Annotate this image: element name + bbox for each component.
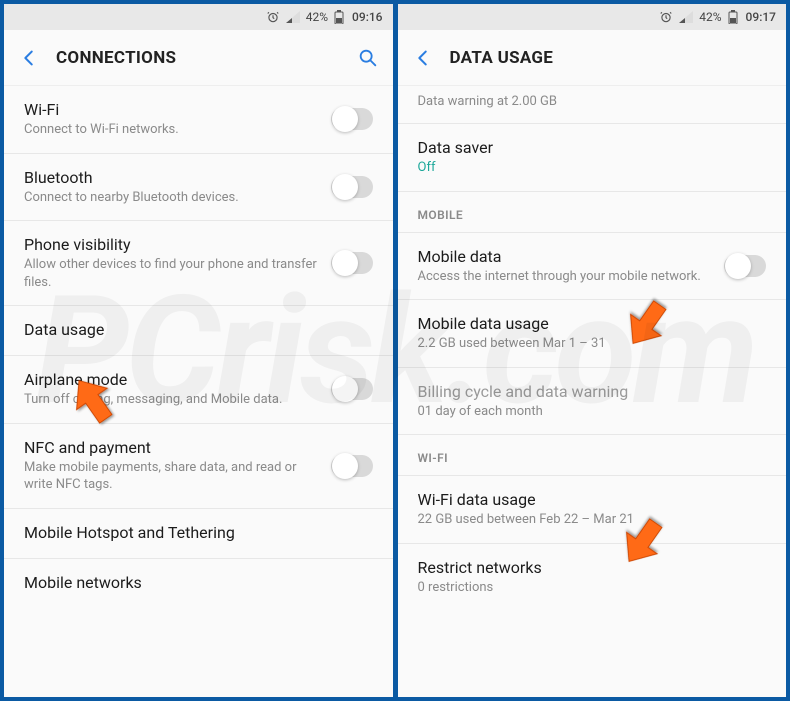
page-title: CONNECTIONS (56, 48, 357, 68)
row-airplane-mode[interactable]: Airplane mode Turn off calling, messagin… (4, 356, 393, 424)
row-subtitle: 2.2 GB used between Mar 1 – 31 (418, 335, 757, 353)
signal-icon (286, 11, 300, 23)
airplane-toggle[interactable] (331, 378, 373, 400)
bluetooth-toggle[interactable] (331, 176, 373, 198)
row-bluetooth[interactable]: Bluetooth Connect to nearby Bluetooth de… (4, 154, 393, 222)
row-subtitle: Connect to nearby Bluetooth devices. (24, 189, 321, 207)
row-title: Data usage (24, 320, 363, 339)
header: CONNECTIONS (4, 30, 393, 86)
section-wifi: WI-FI (398, 435, 787, 476)
row-nfc-payment[interactable]: NFC and payment Make mobile payments, sh… (4, 424, 393, 509)
row-subtitle: Off (418, 159, 757, 177)
signal-icon (679, 11, 693, 23)
row-title: Phone visibility (24, 235, 321, 254)
settings-list: Data warning at 2.00 GB Data saver Off M… (398, 86, 787, 697)
alarm-icon (266, 10, 280, 24)
row-title: Mobile data (418, 247, 715, 266)
status-bar: 42% 09:17 (398, 4, 787, 30)
status-bar: 42% 09:16 (4, 4, 393, 30)
row-hotspot[interactable]: Mobile Hotspot and Tethering (4, 509, 393, 559)
nfc-toggle[interactable] (331, 455, 373, 477)
row-subtitle: Make mobile payments, share data, and re… (24, 459, 321, 494)
clock-time: 09:16 (352, 10, 382, 24)
header: DATA USAGE (398, 30, 787, 86)
row-title: Data saver (418, 138, 757, 157)
battery-percent: 42% (306, 10, 328, 24)
row-subtitle: Turn off calling, messaging, and Mobile … (24, 391, 321, 409)
row-subtitle: 0 restrictions (418, 579, 757, 597)
phone-left: 42% 09:16 CONNECTIONS Wi-Fi Connect to W… (4, 4, 393, 697)
row-title: Wi-Fi data usage (418, 490, 757, 509)
section-mobile: MOBILE (398, 192, 787, 233)
row-title: Airplane mode (24, 370, 321, 389)
row-wifi-data-usage[interactable]: Wi-Fi data usage 22 GB used between Feb … (398, 476, 787, 544)
row-phone-visibility[interactable]: Phone visibility Allow other devices to … (4, 221, 393, 306)
battery-icon (334, 10, 344, 24)
row-title: Bluetooth (24, 168, 321, 187)
row-title: Mobile networks (24, 573, 363, 592)
phone-right: 42% 09:17 DATA USAGE Data warning at 2.0… (398, 4, 787, 697)
row-mobile-data-usage[interactable]: Mobile data usage 2.2 GB used between Ma… (398, 300, 787, 368)
data-warning-text: Data warning at 2.00 GB (398, 86, 787, 124)
row-billing-cycle[interactable]: Billing cycle and data warning 01 day of… (398, 368, 787, 436)
page-title: DATA USAGE (450, 48, 773, 68)
row-title: Mobile data usage (418, 314, 757, 333)
row-mobile-data[interactable]: Mobile data Access the internet through … (398, 233, 787, 301)
battery-icon (728, 10, 738, 24)
row-data-usage[interactable]: Data usage (4, 306, 393, 356)
alarm-icon (659, 10, 673, 24)
row-title: Restrict networks (418, 558, 757, 577)
mobile-data-toggle[interactable] (724, 255, 766, 277)
visibility-toggle[interactable] (331, 252, 373, 274)
row-data-saver[interactable]: Data saver Off (398, 124, 787, 192)
back-icon[interactable] (18, 47, 40, 69)
row-wifi[interactable]: Wi-Fi Connect to Wi-Fi networks. (4, 86, 393, 154)
row-title: Mobile Hotspot and Tethering (24, 523, 363, 542)
clock-time: 09:17 (746, 10, 776, 24)
settings-list: Wi-Fi Connect to Wi-Fi networks. Bluetoo… (4, 86, 393, 697)
row-subtitle: Connect to Wi-Fi networks. (24, 121, 321, 139)
row-mobile-networks[interactable]: Mobile networks (4, 559, 393, 608)
row-title: Wi-Fi (24, 100, 321, 119)
row-subtitle: Allow other devices to find your phone a… (24, 256, 321, 291)
search-icon[interactable] (357, 47, 379, 69)
row-subtitle: 22 GB used between Feb 22 – Mar 21 (418, 511, 757, 529)
battery-percent: 42% (699, 10, 721, 24)
row-title: Billing cycle and data warning (418, 382, 757, 401)
back-icon[interactable] (412, 47, 434, 69)
row-title: NFC and payment (24, 438, 321, 457)
wifi-toggle[interactable] (331, 108, 373, 130)
row-subtitle: 01 day of each month (418, 403, 757, 421)
row-subtitle: Access the internet through your mobile … (418, 268, 715, 286)
row-restrict-networks[interactable]: Restrict networks 0 restrictions (398, 544, 787, 611)
